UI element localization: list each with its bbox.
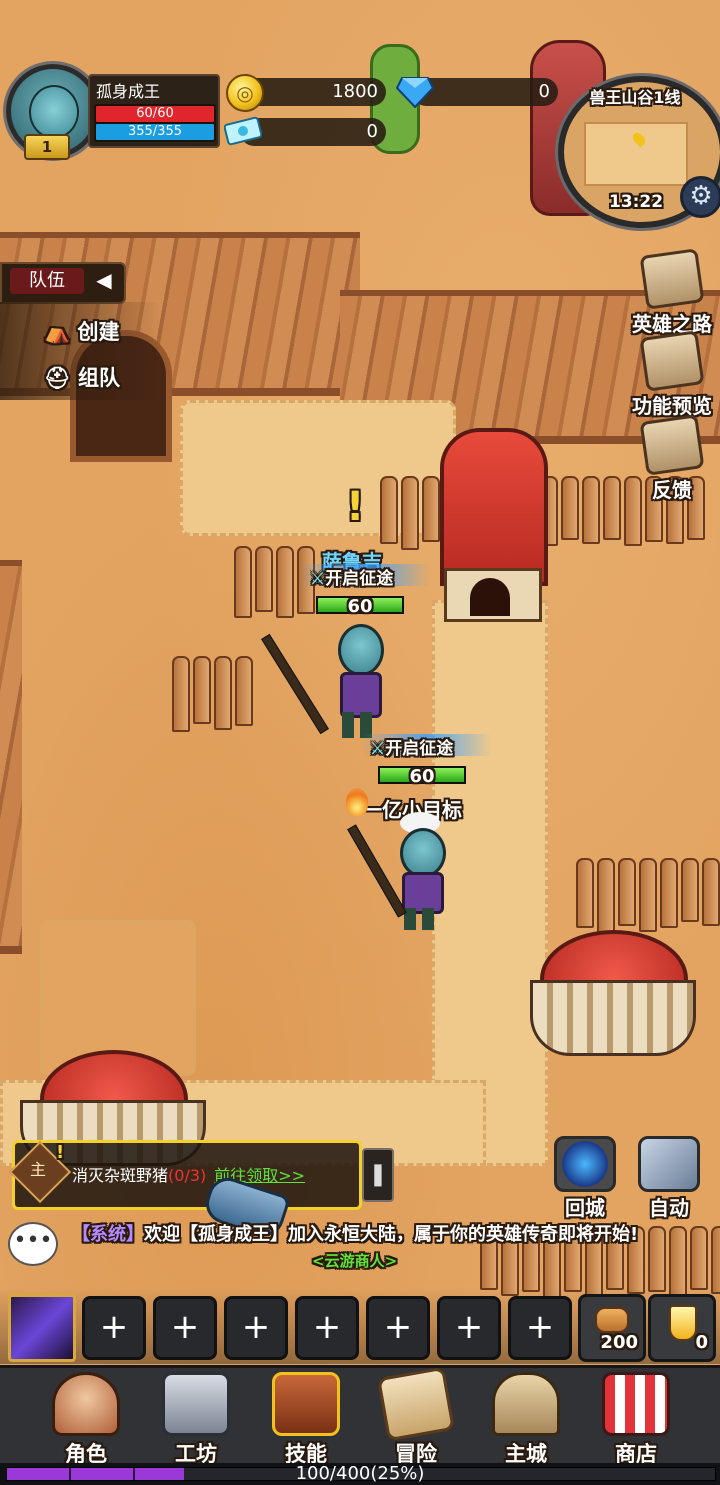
nav-skills[interactable]: 技能	[256, 1372, 356, 1468]
gold-value: 1800	[332, 81, 378, 102]
helmet-icon: ⛑	[44, 366, 71, 390]
chat-message[interactable]: 【系统】欢迎【孤身成王】加入永恒大陆，属于你的英雄传奇即将开始!	[72, 1222, 672, 1248]
player-name: 孤身成王	[96, 82, 161, 101]
minimap-location-name: 兽王山谷1线	[589, 88, 681, 107]
npc-hp-value: 60	[347, 596, 373, 617]
team-group-button[interactable]: ⛑ 组队	[44, 362, 120, 392]
ticket-icon	[224, 116, 262, 146]
empty-skill-slot[interactable]: +	[295, 1296, 359, 1360]
troll-warrior-npc[interactable]	[330, 618, 386, 740]
experience-text: 100/400(25%)	[295, 1463, 425, 1484]
crossed-swords-icon	[638, 1136, 700, 1192]
empty-skill-slot[interactable]: +	[153, 1296, 217, 1360]
crossed-swords-icon: ⚔	[310, 569, 326, 589]
potion-count: 0	[695, 1332, 708, 1353]
settings-gear-icon[interactable]: ⚙	[680, 176, 720, 218]
spellbook-icon	[272, 1372, 340, 1436]
castle-icon	[492, 1372, 560, 1436]
player-hp-bar: 60/60	[94, 104, 216, 124]
return-city-button[interactable]: 回城	[550, 1136, 620, 1221]
quest-alert-icon: !	[56, 1142, 65, 1163]
nav-workshop[interactable]: 工坊	[146, 1372, 246, 1468]
npc-quest-tag[interactable]: ⚔开启征途	[310, 564, 393, 589]
staff	[261, 633, 329, 735]
main-quest-badge-label: 主	[29, 1160, 46, 1179]
empty-skill-slot[interactable]: +	[366, 1296, 430, 1360]
nav-main-city[interactable]: 主城	[476, 1372, 576, 1468]
npc-hp-value: 60	[409, 766, 435, 787]
team-title: 队伍	[10, 268, 84, 294]
empty-skill-slot[interactable]: +	[224, 1296, 288, 1360]
wooden-fence	[172, 656, 253, 732]
nav-character[interactable]: 角色	[36, 1372, 136, 1468]
preview-scroll-icon	[639, 330, 705, 392]
map-scroll-icon	[376, 1366, 456, 1442]
envelope-icon	[639, 414, 705, 476]
bread-count: 200	[600, 1332, 638, 1353]
rock-cliff	[0, 560, 22, 954]
character-portrait-icon	[52, 1372, 120, 1436]
team-create-button[interactable]: ⛺ 创建	[44, 316, 119, 346]
scroll-icon	[639, 248, 705, 310]
collapse-arrow-icon[interactable]: ◀	[92, 266, 116, 294]
quest-tracker-toggle[interactable]: ❚	[362, 1148, 394, 1202]
ticket-value: 0	[366, 121, 378, 142]
minimap-clock: 13:22	[608, 192, 664, 212]
chat-bubble-icon[interactable]: •••	[8, 1222, 58, 1266]
shop-stall-icon	[602, 1372, 670, 1436]
hero-road-button[interactable]: 英雄之路	[624, 248, 720, 337]
empty-skill-slot[interactable]: +	[508, 1296, 572, 1360]
player-mp-bar: 355/355	[94, 122, 216, 142]
npc-quest-tag[interactable]: ⚔开启征途	[370, 734, 453, 759]
feature-preview-button[interactable]: 功能预览	[624, 330, 720, 419]
feedback-button[interactable]: 反馈	[624, 414, 720, 503]
diamond-value: 0	[538, 81, 550, 102]
bread-icon	[595, 1307, 629, 1333]
spiked-tent	[530, 920, 696, 1060]
nav-shop[interactable]: 商店	[586, 1372, 686, 1468]
quest-exclamation-icon[interactable]: !	[346, 484, 364, 530]
campfire	[346, 788, 368, 816]
gold-coin-icon: ◎	[226, 74, 264, 112]
diamond-icon	[396, 77, 434, 108]
nav-adventure[interactable]: 冒险	[366, 1366, 466, 1468]
lightning-skill-icon[interactable]	[8, 1294, 76, 1362]
portal-icon	[554, 1136, 616, 1192]
orc-gate-tent[interactable]	[430, 428, 550, 622]
tent-icon: ⛺	[44, 320, 71, 344]
empty-skill-slot[interactable]: +	[82, 1296, 146, 1360]
auto-battle-button[interactable]: 自动	[634, 1136, 704, 1221]
crossed-swords-icon: ⚔	[370, 739, 386, 759]
empty-skill-slot[interactable]: +	[437, 1296, 501, 1360]
player-level-badge: 1	[24, 134, 70, 160]
merchant-npc-label: <云游商人>	[312, 1252, 398, 1270]
anvil-icon	[162, 1372, 230, 1436]
